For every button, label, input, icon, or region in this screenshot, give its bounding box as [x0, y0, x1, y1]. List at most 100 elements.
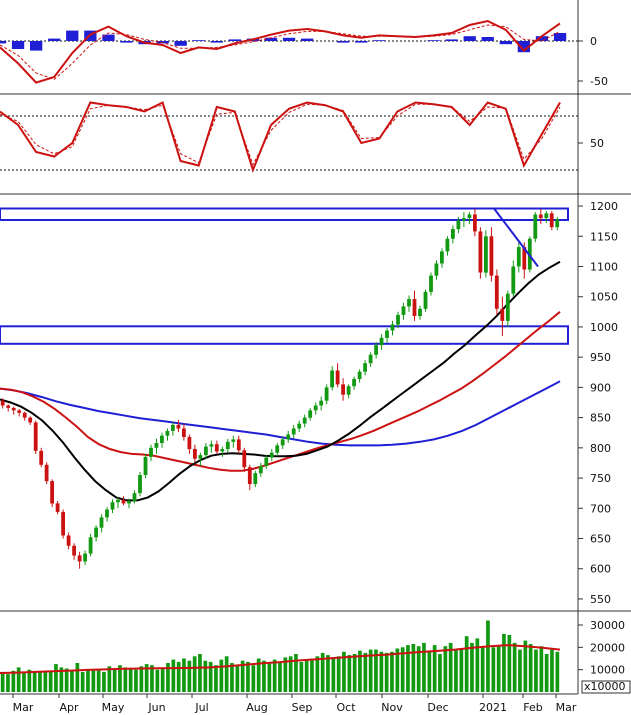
candle-body: [291, 428, 296, 435]
macd-histogram-bar: [66, 30, 79, 41]
candle-body: [160, 435, 164, 443]
candle-body: [11, 407, 16, 411]
candle-body: [363, 363, 367, 372]
volume-bar: [22, 673, 26, 692]
month-label: May: [102, 701, 125, 714]
volume-bar: [347, 655, 352, 692]
volume-bar: [395, 648, 400, 692]
candle-body: [77, 555, 82, 562]
price-panel: [0, 207, 569, 569]
volume-bar: [128, 668, 133, 692]
volume-tick-label: 10000: [590, 664, 625, 677]
volume-bar: [331, 658, 336, 692]
candle-body: [116, 499, 120, 503]
volume-bar: [523, 640, 528, 692]
candle-body: [357, 371, 362, 379]
candle-body: [209, 444, 214, 447]
volume-bar: [336, 656, 341, 692]
volume-bar: [422, 642, 426, 692]
volume-bar: [214, 665, 218, 692]
candle-body: [555, 219, 560, 228]
candle-body: [302, 417, 307, 424]
volume-bar: [43, 671, 48, 692]
volume-bar: [496, 645, 501, 692]
candle-body: [198, 455, 203, 459]
axes: 0 -50 50 1200 1150 1100 1050 1000 950 900 850 800 75…: [12, 35, 631, 714]
price-tick-label: 550: [590, 593, 611, 606]
candle-body: [385, 330, 389, 338]
volume-bar: [507, 635, 512, 692]
candle-body: [500, 308, 505, 321]
volume-bar: [427, 650, 432, 692]
volume-bar: [160, 667, 165, 692]
volume-bar: [550, 649, 554, 692]
oscillator-tick-label: 50: [590, 137, 604, 150]
volume-bar: [251, 665, 256, 692]
candle-body: [50, 481, 54, 504]
volume-bar: [11, 670, 16, 692]
volume-bar: [112, 669, 117, 692]
volume-bar: [363, 652, 368, 692]
price-tick-label: 950: [590, 351, 611, 364]
candle-body: [204, 446, 208, 456]
month-label: Feb: [523, 701, 542, 714]
candle-body: [374, 345, 378, 355]
volume-bar: [235, 665, 240, 692]
price-tick-label: 1050: [590, 291, 618, 304]
volume-bar: [16, 667, 21, 692]
candle-body: [494, 275, 499, 309]
volume-bar: [310, 658, 314, 692]
month-label: Oct: [336, 701, 356, 714]
candle-body: [324, 387, 329, 401]
volume-bar: [182, 658, 186, 692]
volume-bar: [502, 633, 506, 692]
macd-histogram-bar: [210, 41, 223, 43]
candle-body: [319, 400, 324, 406]
candle-body: [231, 439, 236, 442]
volume-bar: [326, 655, 330, 692]
macd-histogram-bar: [282, 37, 296, 41]
volume-bar: [512, 642, 517, 692]
candle-body: [121, 499, 126, 504]
month-label: Aug: [246, 701, 267, 714]
volume-bar: [171, 659, 176, 692]
price-tick-label: 600: [590, 563, 611, 576]
volume-bar: [54, 664, 58, 692]
candle-body: [225, 441, 230, 450]
volume-bar: [219, 659, 224, 692]
candle-body: [280, 439, 285, 446]
oscillator-line: [0, 101, 561, 173]
macd-histogram-bar: [174, 41, 187, 46]
volume-bar: [262, 660, 266, 692]
macd-histogram-bar: [337, 41, 350, 43]
candle-body: [55, 503, 60, 512]
candle-body: [264, 457, 269, 466]
macd-histogram-bar: [0, 41, 7, 44]
candle-body: [247, 467, 252, 485]
volume-bar: [544, 654, 549, 692]
volume-bar: [102, 671, 106, 692]
volume-bar: [267, 663, 272, 692]
candle-body: [214, 444, 219, 452]
candle-body: [88, 537, 93, 554]
candle-body: [94, 527, 98, 538]
ma-blue-line: [0, 380, 561, 447]
candle-body: [434, 263, 439, 276]
volume-bar: [70, 670, 74, 692]
candle-body: [440, 251, 444, 264]
candle-body: [456, 220, 461, 230]
candle-body: [286, 434, 291, 440]
candle-body: [176, 424, 181, 429]
macd-histogram-bar: [48, 38, 61, 41]
price-tick-label: 1200: [590, 200, 618, 213]
candle-body: [39, 450, 44, 465]
price-tick-label: 1150: [590, 230, 618, 243]
candle-body: [341, 384, 345, 395]
macd-tick-label: -50: [590, 75, 608, 88]
candle-body: [6, 405, 11, 408]
volume-bar: [0, 671, 5, 692]
volume-bar: [91, 670, 96, 692]
volume-bar: [464, 636, 469, 692]
candle-body: [187, 437, 192, 450]
candle-body: [407, 299, 411, 307]
